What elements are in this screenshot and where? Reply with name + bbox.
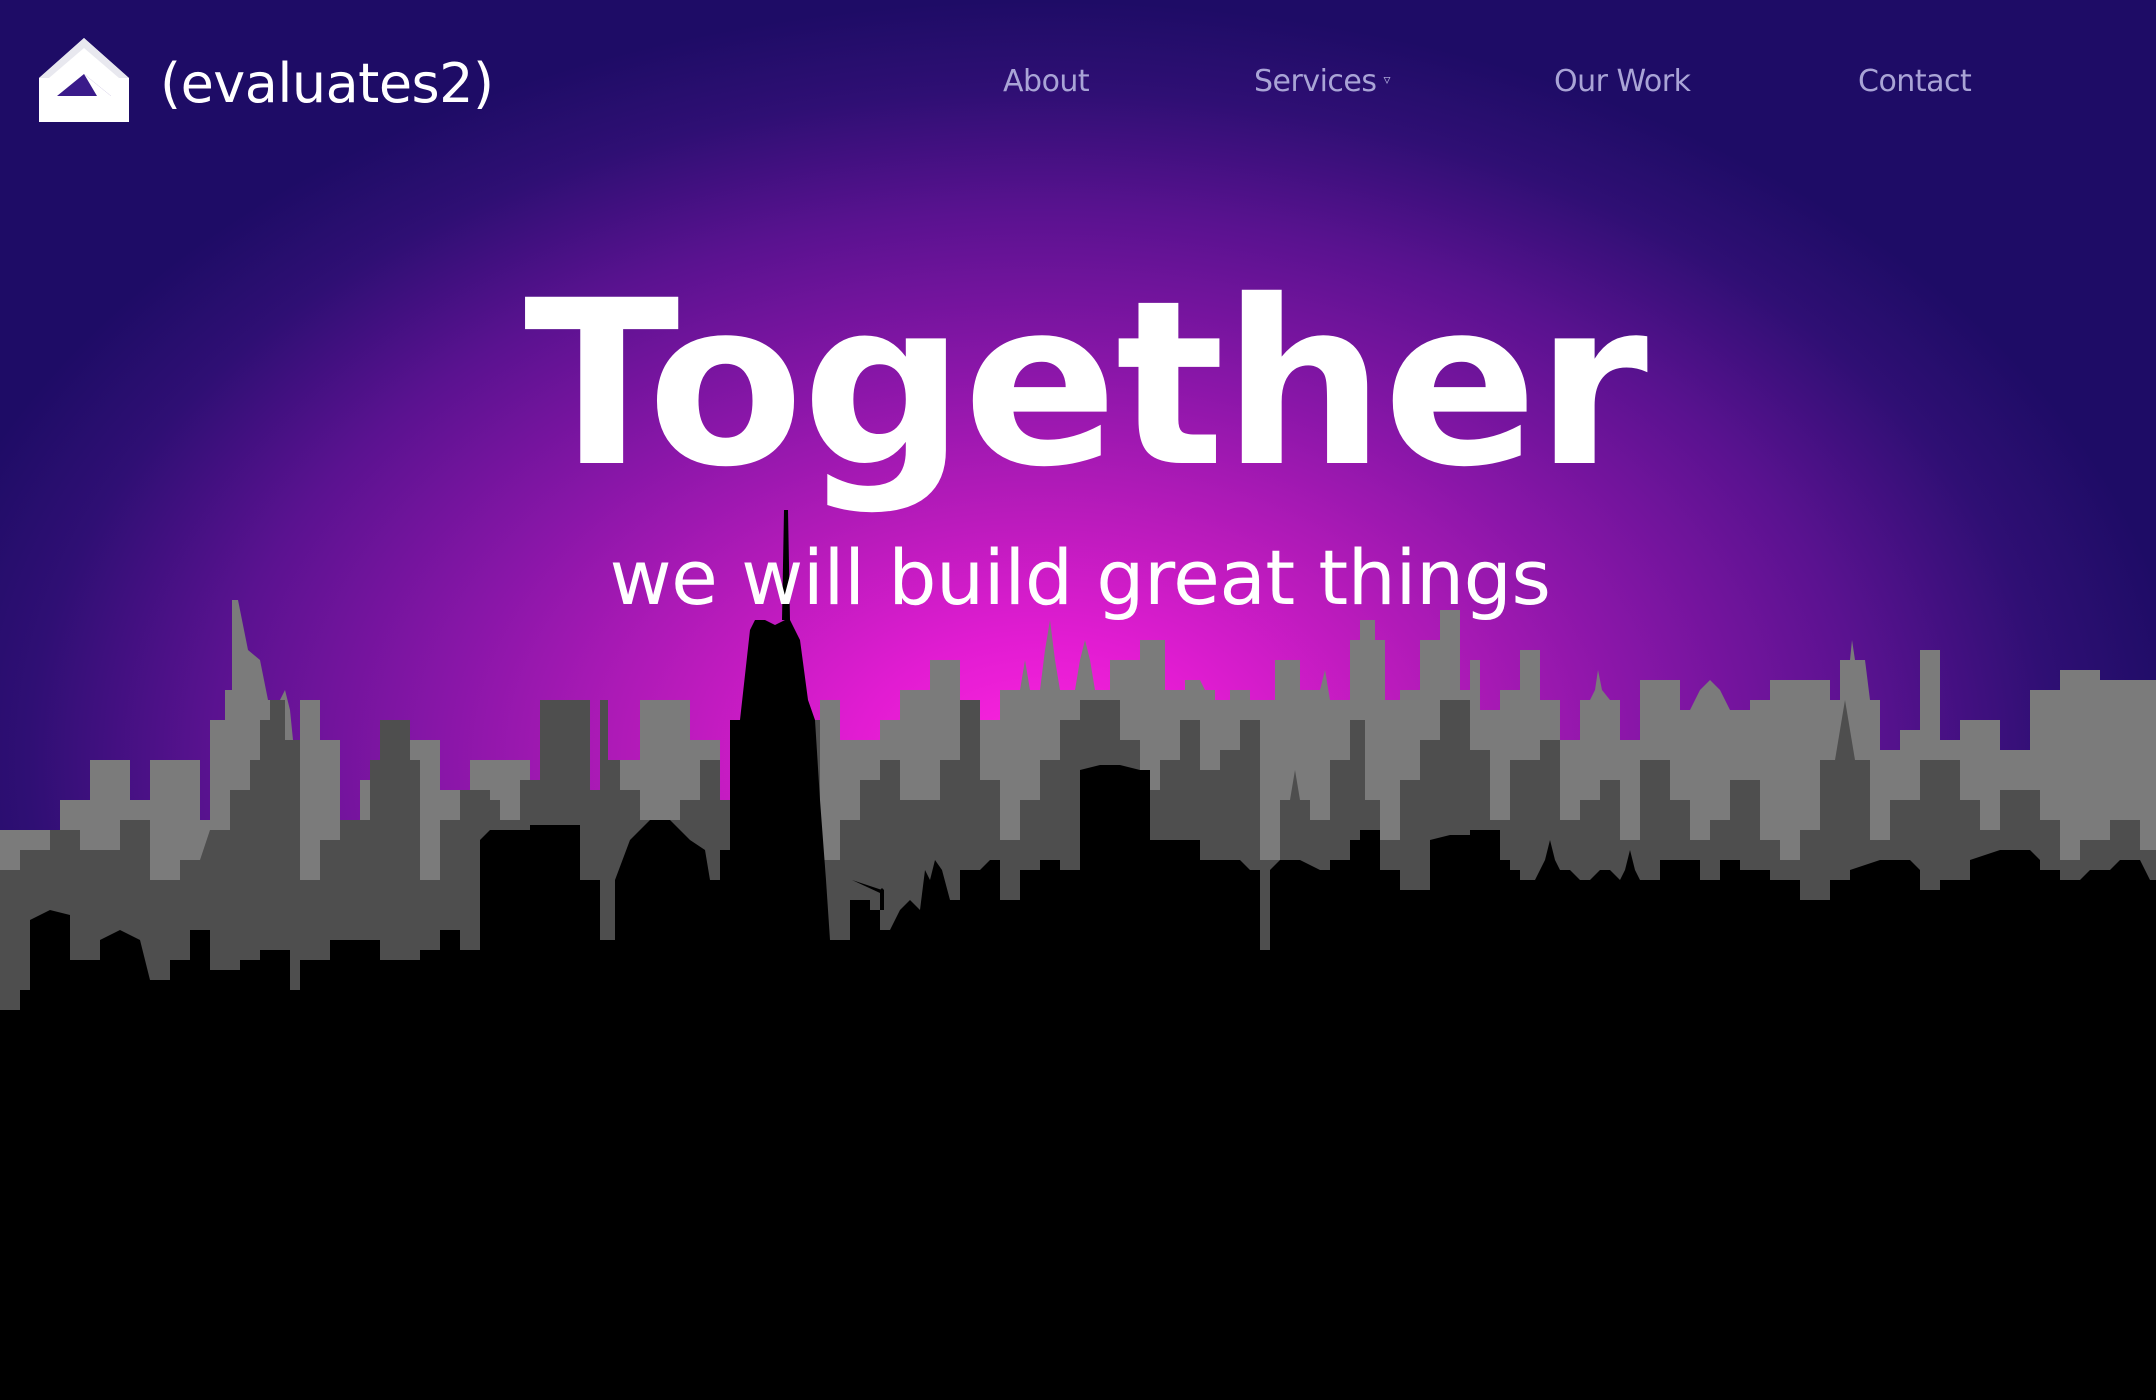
hero-tagline: we will build great things bbox=[609, 533, 1551, 622]
nav-link-services-label: Services bbox=[1254, 64, 1377, 99]
hero-page: (evaluates2) About Services ▿ Our Work Co… bbox=[0, 0, 2156, 1400]
hero-headline: Together bbox=[523, 251, 1648, 517]
nav-link-about[interactable]: About bbox=[1003, 64, 1090, 99]
nav-link-our-work[interactable]: Our Work bbox=[1554, 64, 1691, 99]
chevron-down-icon: ▿ bbox=[1383, 71, 1391, 88]
brand-name[interactable]: (evaluates2) bbox=[160, 52, 494, 115]
nav-link-contact[interactable]: Contact bbox=[1858, 64, 1972, 99]
city-skyline-illustration bbox=[0, 510, 2156, 1400]
house-logo-icon[interactable] bbox=[37, 36, 131, 124]
nav-link-services[interactable]: Services ▿ bbox=[1254, 64, 1391, 99]
